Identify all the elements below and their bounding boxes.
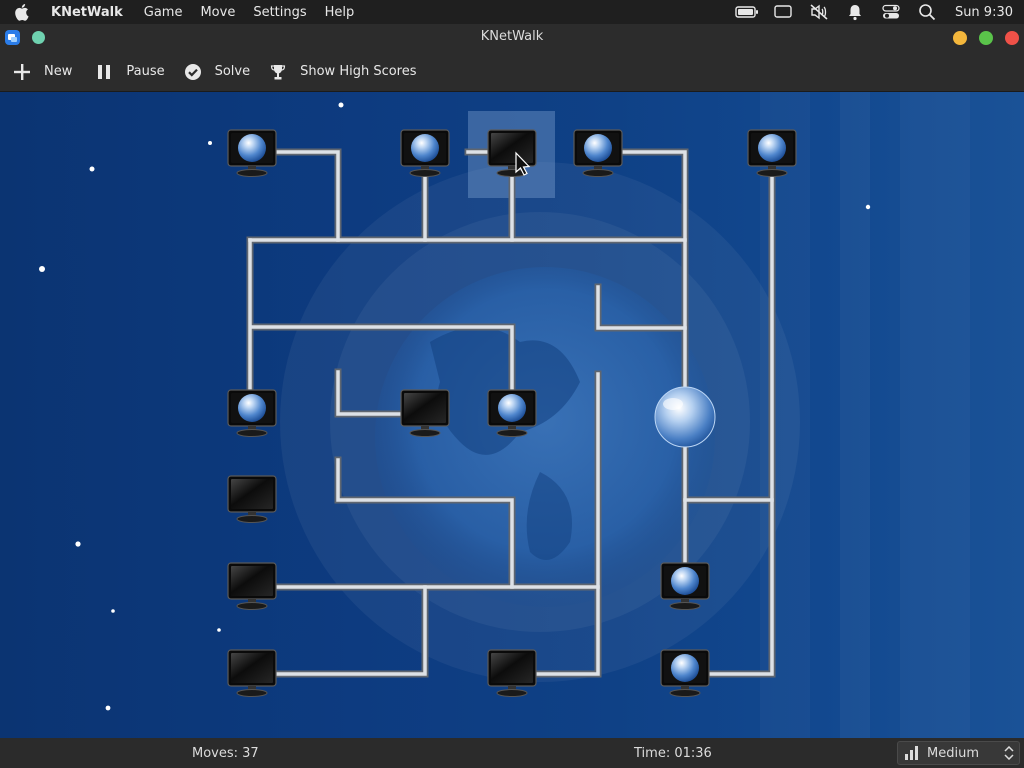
- pause-label: Pause: [126, 64, 165, 79]
- terminal-disconnected[interactable]: [227, 475, 277, 524]
- search-icon[interactable]: [915, 0, 939, 24]
- server-globe-icon[interactable]: [654, 386, 716, 448]
- window-titlebar[interactable]: KNetWalk: [0, 24, 1024, 52]
- apple-logo-icon[interactable]: [13, 0, 33, 24]
- new-game-button[interactable]: New: [4, 56, 80, 88]
- solve-label: Solve: [214, 64, 251, 79]
- terminal-connected[interactable]: [400, 129, 450, 178]
- difficulty-select[interactable]: Medium: [897, 741, 1020, 765]
- plus-icon: [12, 62, 32, 82]
- window-title: KNetWalk: [480, 29, 544, 44]
- elapsed-time: Time: 01:36: [634, 746, 712, 761]
- system-menubar: KNetWalk Game Move Settings Help Sun 9:3…: [0, 0, 1024, 24]
- network-board-canvas: [39, 92, 871, 738]
- updown-chevron-icon: [1004, 745, 1014, 761]
- maximize-button[interactable]: [979, 31, 993, 45]
- display-icon[interactable]: [771, 0, 795, 24]
- checkmark-icon: [183, 62, 203, 82]
- terminal-connected[interactable]: [227, 129, 277, 178]
- terminal-disconnected[interactable]: [227, 562, 277, 611]
- status-bar: Moves: 37 Time: 01:36 Medium: [0, 738, 1024, 768]
- high-scores-label: Show High Scores: [300, 64, 417, 79]
- app-name-menu[interactable]: KNetWalk: [51, 5, 123, 20]
- terminal-connected[interactable]: [227, 389, 277, 438]
- new-label: New: [44, 64, 73, 79]
- signal-bars-icon: [904, 746, 920, 760]
- pause-icon: [94, 62, 114, 82]
- pause-button[interactable]: Pause: [86, 56, 172, 88]
- menu-move[interactable]: Move: [200, 5, 235, 20]
- close-button[interactable]: [1005, 31, 1019, 45]
- menubar-clock[interactable]: Sun 9:30: [955, 5, 1013, 20]
- game-board[interactable]: [0, 92, 1024, 738]
- control-center-icon[interactable]: [879, 0, 903, 24]
- solve-button[interactable]: Solve: [175, 56, 259, 88]
- show-high-scores-button[interactable]: Show High Scores: [260, 56, 424, 88]
- main-toolbar: New Pause Solve Show High Scores: [0, 52, 1024, 92]
- battery-icon[interactable]: [735, 0, 759, 24]
- terminal-disconnected[interactable]: [227, 649, 277, 698]
- menu-game[interactable]: Game: [144, 5, 183, 20]
- difficulty-value: Medium: [927, 745, 979, 761]
- menu-help[interactable]: Help: [325, 5, 355, 20]
- terminal-connected[interactable]: [660, 649, 710, 698]
- volume-muted-icon[interactable]: [807, 0, 831, 24]
- minimize-button[interactable]: [953, 31, 967, 45]
- menu-settings[interactable]: Settings: [253, 5, 306, 20]
- trophy-icon: [268, 62, 288, 82]
- moves-counter: Moves: 37: [192, 746, 259, 761]
- status-tray: Sun 9:30: [729, 0, 1024, 24]
- notification-bell-icon[interactable]: [843, 0, 867, 24]
- terminal-disconnected[interactable]: [487, 649, 537, 698]
